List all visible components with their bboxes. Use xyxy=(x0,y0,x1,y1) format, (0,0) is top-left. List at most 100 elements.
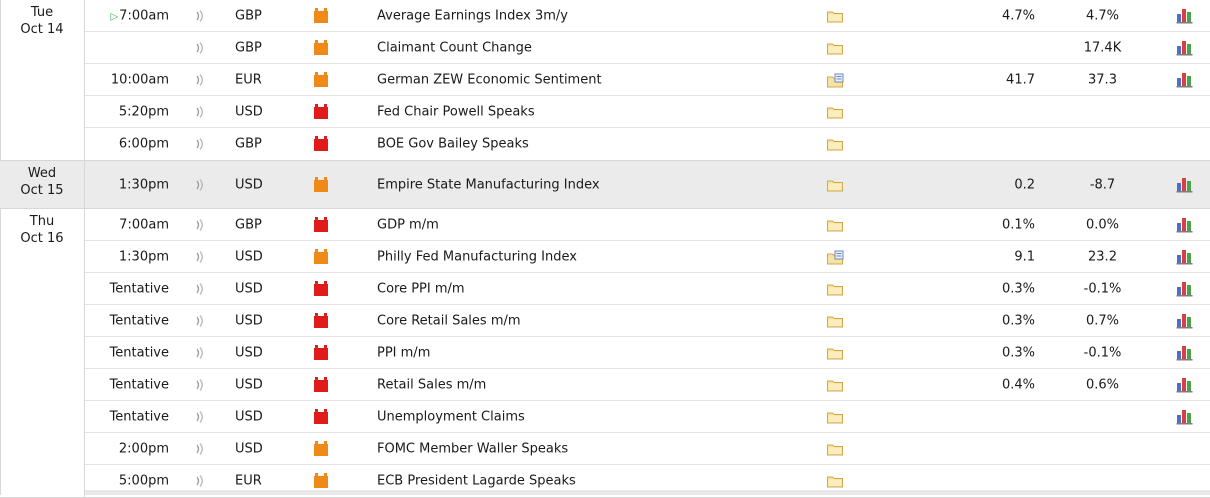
bar-graph-icon[interactable] xyxy=(1176,72,1193,88)
event-title[interactable]: FOMC Member Waller Speaks xyxy=(377,441,568,456)
event-title[interactable]: Fed Chair Powell Speaks xyxy=(377,104,535,119)
red-impact-folder-icon[interactable] xyxy=(314,312,328,328)
orange-impact-folder-icon[interactable] xyxy=(314,176,328,192)
orange-impact-folder-icon[interactable] xyxy=(314,39,328,55)
table-row[interactable]: Tentative USD Unemployment Claims xyxy=(85,401,1210,433)
event-title[interactable]: Core Retail Sales m/m xyxy=(377,313,521,328)
bar-graph-icon[interactable] xyxy=(1176,345,1193,361)
speaker-wave-icon[interactable] xyxy=(196,410,205,423)
event-title[interactable]: Retail Sales m/m xyxy=(377,377,486,392)
event-title[interactable]: BOE Gov Bailey Speaks xyxy=(377,137,529,152)
event-title[interactable]: Average Earnings Index 3m/y xyxy=(377,8,568,23)
yellow-folder-icon[interactable] xyxy=(827,378,843,391)
event-title[interactable]: Claimant Count Change xyxy=(377,40,532,55)
table-row[interactable]: ▷7:00am GBP Average Earnings Index 3m/y 4.7… xyxy=(85,0,1210,32)
table-row[interactable]: 1:30pm USD Philly Fed Manufacturing Index 9… xyxy=(85,241,1210,273)
event-time: 7:00am xyxy=(85,217,169,232)
event-currency: USD xyxy=(235,441,263,456)
bar-graph-icon[interactable] xyxy=(1176,249,1193,265)
table-row[interactable]: 2:00pm USD FOMC Member Waller Speaks xyxy=(85,433,1210,465)
event-title[interactable]: German ZEW Economic Sentiment xyxy=(377,72,602,87)
event-title[interactable]: GDP m/m xyxy=(377,217,439,232)
live-indicator-icon: ▷ xyxy=(110,11,119,22)
event-forecast: 17.4K xyxy=(1083,40,1122,55)
orange-impact-folder-icon[interactable] xyxy=(314,473,328,488)
event-title[interactable]: Core PPI m/m xyxy=(377,281,465,296)
folder-document-icon[interactable] xyxy=(827,250,844,264)
event-time-text: Tentative xyxy=(109,409,169,424)
bar-graph-icon[interactable] xyxy=(1176,281,1193,297)
event-title[interactable]: PPI m/m xyxy=(377,345,430,360)
bar-graph-icon[interactable] xyxy=(1176,313,1193,329)
yellow-folder-icon[interactable] xyxy=(827,218,843,231)
event-forecast: -0.1% xyxy=(1083,345,1122,360)
yellow-folder-icon[interactable] xyxy=(827,442,843,455)
speaker-wave-icon[interactable] xyxy=(196,250,205,263)
yellow-folder-icon[interactable] xyxy=(827,138,843,151)
red-impact-folder-icon[interactable] xyxy=(314,216,328,232)
yellow-folder-icon[interactable] xyxy=(827,410,843,423)
bar-graph-icon[interactable] xyxy=(1176,40,1193,56)
orange-impact-folder-icon[interactable] xyxy=(314,440,328,456)
folder-document-icon[interactable] xyxy=(827,73,844,87)
yellow-folder-icon[interactable] xyxy=(827,282,843,295)
event-actual: 0.2 xyxy=(1014,177,1035,192)
table-row[interactable]: 7:00am GBP GDP m/m 0.1% 0.0% xyxy=(85,209,1210,241)
yellow-folder-icon[interactable] xyxy=(827,475,843,488)
yellow-folder-icon[interactable] xyxy=(827,9,843,22)
table-row[interactable]: 6:00pm GBP BOE Gov Bailey Speaks xyxy=(85,128,1210,160)
red-impact-folder-icon[interactable] xyxy=(314,376,328,392)
bar-graph-icon[interactable] xyxy=(1176,217,1193,233)
speaker-wave-icon[interactable] xyxy=(196,73,205,86)
speaker-wave-icon[interactable] xyxy=(196,475,205,487)
speaker-wave-icon[interactable] xyxy=(196,9,205,22)
bar-graph-icon[interactable] xyxy=(1176,177,1193,193)
speaker-wave-icon[interactable] xyxy=(196,218,205,231)
event-time: Tentative xyxy=(85,313,169,328)
day-event-rows: 7:00am GBP GDP m/m 0.1% 0.0% 1:30pm USD Philly … xyxy=(85,209,1210,497)
red-impact-folder-icon[interactable] xyxy=(314,344,328,360)
table-row[interactable]: Tentative USD Core Retail Sales m/m 0.3% 0.7… xyxy=(85,305,1210,337)
red-impact-folder-icon[interactable] xyxy=(314,408,328,424)
yellow-folder-icon[interactable] xyxy=(827,105,843,118)
bar-graph-icon[interactable] xyxy=(1176,377,1193,393)
speaker-wave-icon[interactable] xyxy=(196,138,205,150)
speaker-wave-icon[interactable] xyxy=(196,41,205,54)
table-row[interactable]: Tentative USD Core PPI m/m 0.3% -0.1% xyxy=(85,273,1210,305)
table-row[interactable]: GBP Claimant Count Change 17.4K xyxy=(85,32,1210,64)
yellow-folder-icon[interactable] xyxy=(827,346,843,359)
event-currency: EUR xyxy=(235,72,262,87)
speaker-wave-icon[interactable] xyxy=(196,105,205,118)
table-row[interactable]: Tentative USD Retail Sales m/m 0.4% 0.6% xyxy=(85,369,1210,401)
event-title[interactable]: Unemployment Claims xyxy=(377,409,525,424)
event-title[interactable]: ECB President Lagarde Speaks xyxy=(377,474,576,489)
orange-impact-folder-icon[interactable] xyxy=(314,7,328,23)
speaker-wave-icon[interactable] xyxy=(196,346,205,359)
speaker-wave-icon[interactable] xyxy=(196,178,205,191)
speaker-wave-icon[interactable] xyxy=(196,314,205,327)
event-title[interactable]: Philly Fed Manufacturing Index xyxy=(377,249,577,264)
orange-impact-folder-icon[interactable] xyxy=(314,248,328,264)
speaker-wave-icon[interactable] xyxy=(196,282,205,295)
day-group: Thu Oct 16 7:00am GBP GDP m/m 0.1% 0.0% 1:30pm U… xyxy=(0,209,1210,498)
orange-impact-folder-icon[interactable] xyxy=(314,71,328,87)
event-title[interactable]: Empire State Manufacturing Index xyxy=(377,177,600,192)
table-row[interactable]: 5:20pm USD Fed Chair Powell Speaks xyxy=(85,96,1210,128)
bar-graph-icon[interactable] xyxy=(1176,8,1193,24)
event-time-text: 5:00pm xyxy=(118,473,169,489)
event-currency: GBP xyxy=(235,40,262,55)
speaker-wave-icon[interactable] xyxy=(196,442,205,455)
date-day: Oct 14 xyxy=(20,22,64,37)
table-row[interactable]: 1:30pm USD Empire State Manufacturing Inde… xyxy=(85,161,1210,208)
table-row[interactable]: 10:00am EUR German ZEW Economic Sentiment 4… xyxy=(85,64,1210,96)
yellow-folder-icon[interactable] xyxy=(827,41,843,54)
yellow-folder-icon[interactable] xyxy=(827,314,843,327)
yellow-folder-icon[interactable] xyxy=(827,178,843,191)
red-impact-folder-icon[interactable] xyxy=(314,136,328,151)
speaker-wave-icon[interactable] xyxy=(196,378,205,391)
table-row[interactable]: Tentative USD PPI m/m 0.3% -0.1% xyxy=(85,337,1210,369)
event-currency: USD xyxy=(235,177,263,192)
red-impact-folder-icon[interactable] xyxy=(314,280,328,296)
bar-graph-icon[interactable] xyxy=(1176,409,1193,425)
red-impact-folder-icon[interactable] xyxy=(314,103,328,119)
